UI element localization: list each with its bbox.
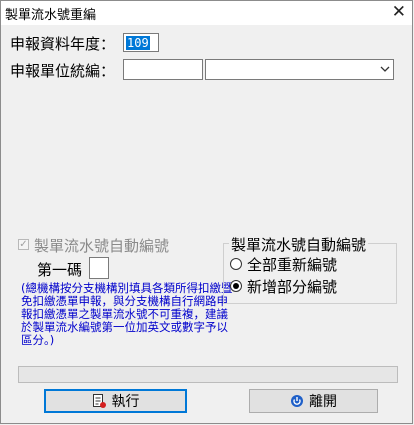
instruction-note: (總機構按分支機構別填具各類所得扣繳暨免扣繳憑單申報，與分支機構自行網路申報扣繳… (21, 281, 233, 347)
unit-label: 申報單位統編： (10, 62, 116, 80)
auto-numbering-checkbox[interactable]: ✓ (18, 239, 29, 250)
unit-id-input[interactable] (123, 59, 203, 80)
document-run-icon (92, 393, 107, 409)
first-code-input[interactable] (89, 257, 109, 279)
radio-renumber-all[interactable] (230, 258, 242, 270)
progress-bar (18, 366, 398, 383)
auto-numbering-label: 製單流水號自動編號 (34, 237, 170, 255)
radio-renumber-all-label: 全部重新編號 (247, 256, 338, 274)
title-bar: 製單流水號重編 ✕ (1, 1, 412, 25)
unit-select[interactable] (205, 59, 394, 80)
execute-button[interactable]: 執行 (44, 389, 187, 413)
close-icon[interactable]: ✕ (392, 1, 406, 23)
chevron-down-icon[interactable] (380, 61, 390, 80)
year-value: 109 (126, 36, 150, 50)
first-code-label: 第一碼 (37, 261, 83, 279)
exit-button[interactable]: 離開 (249, 389, 378, 413)
exit-button-label: 離開 (309, 394, 337, 410)
renumber-mode-title: 製單流水號自動編號 (229, 234, 369, 255)
year-label: 申報資料年度： (10, 35, 116, 53)
radio-renumber-new-label: 新增部分編號 (247, 278, 338, 296)
window-title: 製單流水號重編 (5, 8, 97, 23)
dialog-window: 製單流水號重編 ✕ 申報資料年度： 109 申報單位統編： ✓ 製單流水號自動編… (0, 0, 413, 424)
radio-renumber-new[interactable] (230, 280, 242, 292)
power-exit-icon (290, 394, 304, 408)
year-input[interactable]: 109 (123, 33, 159, 52)
execute-button-label: 執行 (111, 394, 140, 410)
